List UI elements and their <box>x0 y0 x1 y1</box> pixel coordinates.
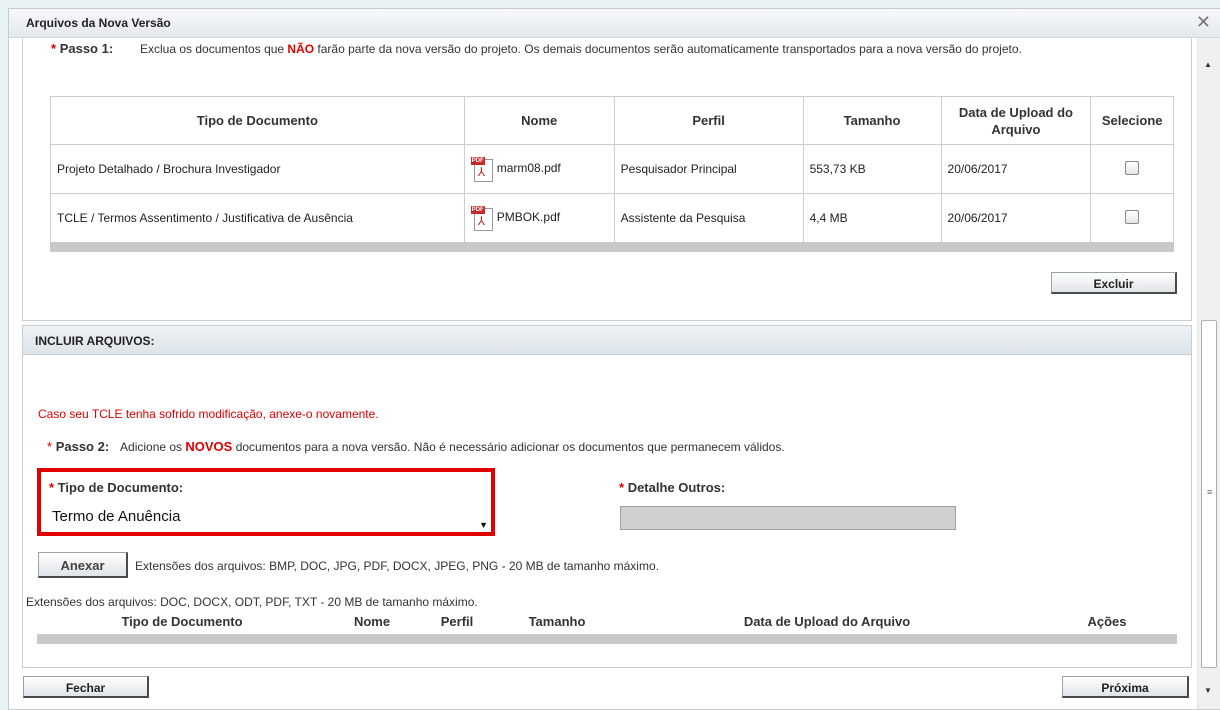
step2-emphasis: NOVOS <box>185 439 233 454</box>
include-files-header: INCLUIR ARQUIVOS: <box>23 326 1191 355</box>
include-files-title: INCLUIR ARQUIVOS: <box>35 334 155 348</box>
cell-select <box>1090 144 1174 194</box>
pdf-icon: PDF ⅄ <box>470 206 493 231</box>
column-header: Tamanho <box>528 613 586 629</box>
column-header: Tamanho <box>802 96 942 145</box>
step1-text-before: Exclua os documentos que <box>140 42 288 56</box>
vertical-scrollbar[interactable]: ▲ ≡ ▼ <box>1197 38 1220 709</box>
file-link[interactable]: marm08.pdf <box>497 161 561 175</box>
delete-button[interactable]: Excluir <box>1051 272 1177 294</box>
highlight-box <box>37 468 495 536</box>
table-header-row: Tipo de Documento Nome Perfil Tamanho Da… <box>37 609 1177 633</box>
step1-label: * Passo 1: <box>51 41 113 56</box>
cell-tipo: Projeto Detalhado / Brochura Investigado… <box>50 144 465 194</box>
step1-panel: * Passo 1: Exclua os documentos que NÃO … <box>22 38 1192 321</box>
column-header: Selecione <box>1090 96 1174 145</box>
required-marker: * <box>47 439 53 454</box>
detalhe-outros-label-text: Detalhe Outros: <box>627 480 726 495</box>
attach-extensions: Extensões dos arquivos: BMP, DOC, JPG, P… <box>135 559 659 573</box>
tcle-warning: Caso seu TCLE tenha sofrido modificação,… <box>38 407 379 421</box>
table-footer-bar <box>37 634 1177 644</box>
cell-nome[interactable]: PDF ⅄ marm08.pdf <box>463 144 615 194</box>
cell-select <box>1090 193 1174 243</box>
scrollbar-thumb[interactable]: ≡ <box>1201 320 1217 668</box>
detalhe-outros-label: * Detalhe Outros: <box>619 480 725 495</box>
cell-nome[interactable]: PDF ⅄ PMBOK.pdf <box>463 193 615 243</box>
close-button[interactable]: Fechar <box>23 676 149 698</box>
column-header: Nome <box>463 96 615 145</box>
include-files-panel: INCLUIR ARQUIVOS: Caso seu TCLE tenha so… <box>22 325 1192 668</box>
column-header: Perfil <box>440 613 474 629</box>
dialog-titlebar: Arquivos da Nova Versão ✕ <box>9 9 1220 38</box>
existing-documents-table: Tipo de Documento Nome Perfil Tamanho Da… <box>50 96 1174 243</box>
dialog-title: Arquivos da Nova Versão <box>26 16 171 30</box>
grip-icon: ≡ <box>1207 487 1213 497</box>
step1-text-after: farão parte da nova versão do projeto. O… <box>314 42 1022 56</box>
column-header: Tipo de Documento <box>50 96 465 145</box>
dialog-content: * Passo 1: Exclua os documentos que NÃO … <box>9 38 1197 709</box>
step2-text-after: documentos para a nova versão. Não é nec… <box>232 440 785 454</box>
table-header-row: Tipo de Documento Nome Perfil Tamanho Da… <box>50 96 1174 145</box>
step1-instructions: Exclua os documentos que NÃO farão parte… <box>140 41 1140 58</box>
column-header: Tipo de Documento <box>121 613 243 629</box>
step2-text-before: Adicione os <box>120 440 186 454</box>
column-header: Nome <box>353 613 391 629</box>
column-header: Data de Upload do Arquivo <box>743 613 911 629</box>
scroll-down-icon[interactable]: ▼ <box>1204 686 1212 695</box>
scroll-up-icon[interactable]: ▲ <box>1204 60 1212 69</box>
close-icon[interactable]: ✕ <box>1196 13 1211 31</box>
step1-emphasis: NÃO <box>287 42 315 56</box>
cell-perfil: Pesquisador Principal <box>613 144 804 194</box>
next-button[interactable]: Próxima <box>1062 676 1189 698</box>
attach-button[interactable]: Anexar <box>38 552 128 578</box>
step2-title: Passo 2: <box>55 439 110 454</box>
step2-instructions: * Passo 2: Adicione os NOVOS documentos … <box>47 439 785 454</box>
pdf-icon: PDF ⅄ <box>470 157 493 182</box>
column-header: Data de Upload do Arquivo <box>940 96 1092 145</box>
cell-data: 20/06/2017 <box>940 144 1092 194</box>
new-documents-table: Tipo de Documento Nome Perfil Tamanho Da… <box>37 609 1177 633</box>
column-header: Ações <box>1087 613 1127 629</box>
detalhe-outros-input[interactable] <box>620 506 956 530</box>
cell-tamanho: 4,4 MB <box>802 193 942 243</box>
required-marker: * <box>51 41 57 56</box>
select-checkbox[interactable] <box>1125 209 1140 224</box>
file-link[interactable]: PMBOK.pdf <box>497 210 560 224</box>
cell-tipo: TCLE / Termos Assentimento / Justificati… <box>50 193 465 243</box>
cell-perfil: Assistente da Pesquisa <box>613 193 804 243</box>
table-row: Projeto Detalhado / Brochura Investigado… <box>50 144 1174 194</box>
extensions-note: Extensões dos arquivos: DOC, DOCX, ODT, … <box>26 595 478 609</box>
cell-data: 20/06/2017 <box>940 193 1092 243</box>
column-header: Perfil <box>613 96 804 145</box>
select-checkbox[interactable] <box>1125 160 1140 175</box>
step1-title: Passo 1: <box>59 41 114 56</box>
required-marker: * <box>619 480 625 495</box>
table-footer-bar <box>50 242 1174 252</box>
cell-tamanho: 553,73 KB <box>802 144 942 194</box>
dialog-window: Arquivos da Nova Versão ✕ * Passo 1: Exc… <box>8 8 1220 710</box>
table-row: TCLE / Termos Assentimento / Justificati… <box>50 193 1174 243</box>
